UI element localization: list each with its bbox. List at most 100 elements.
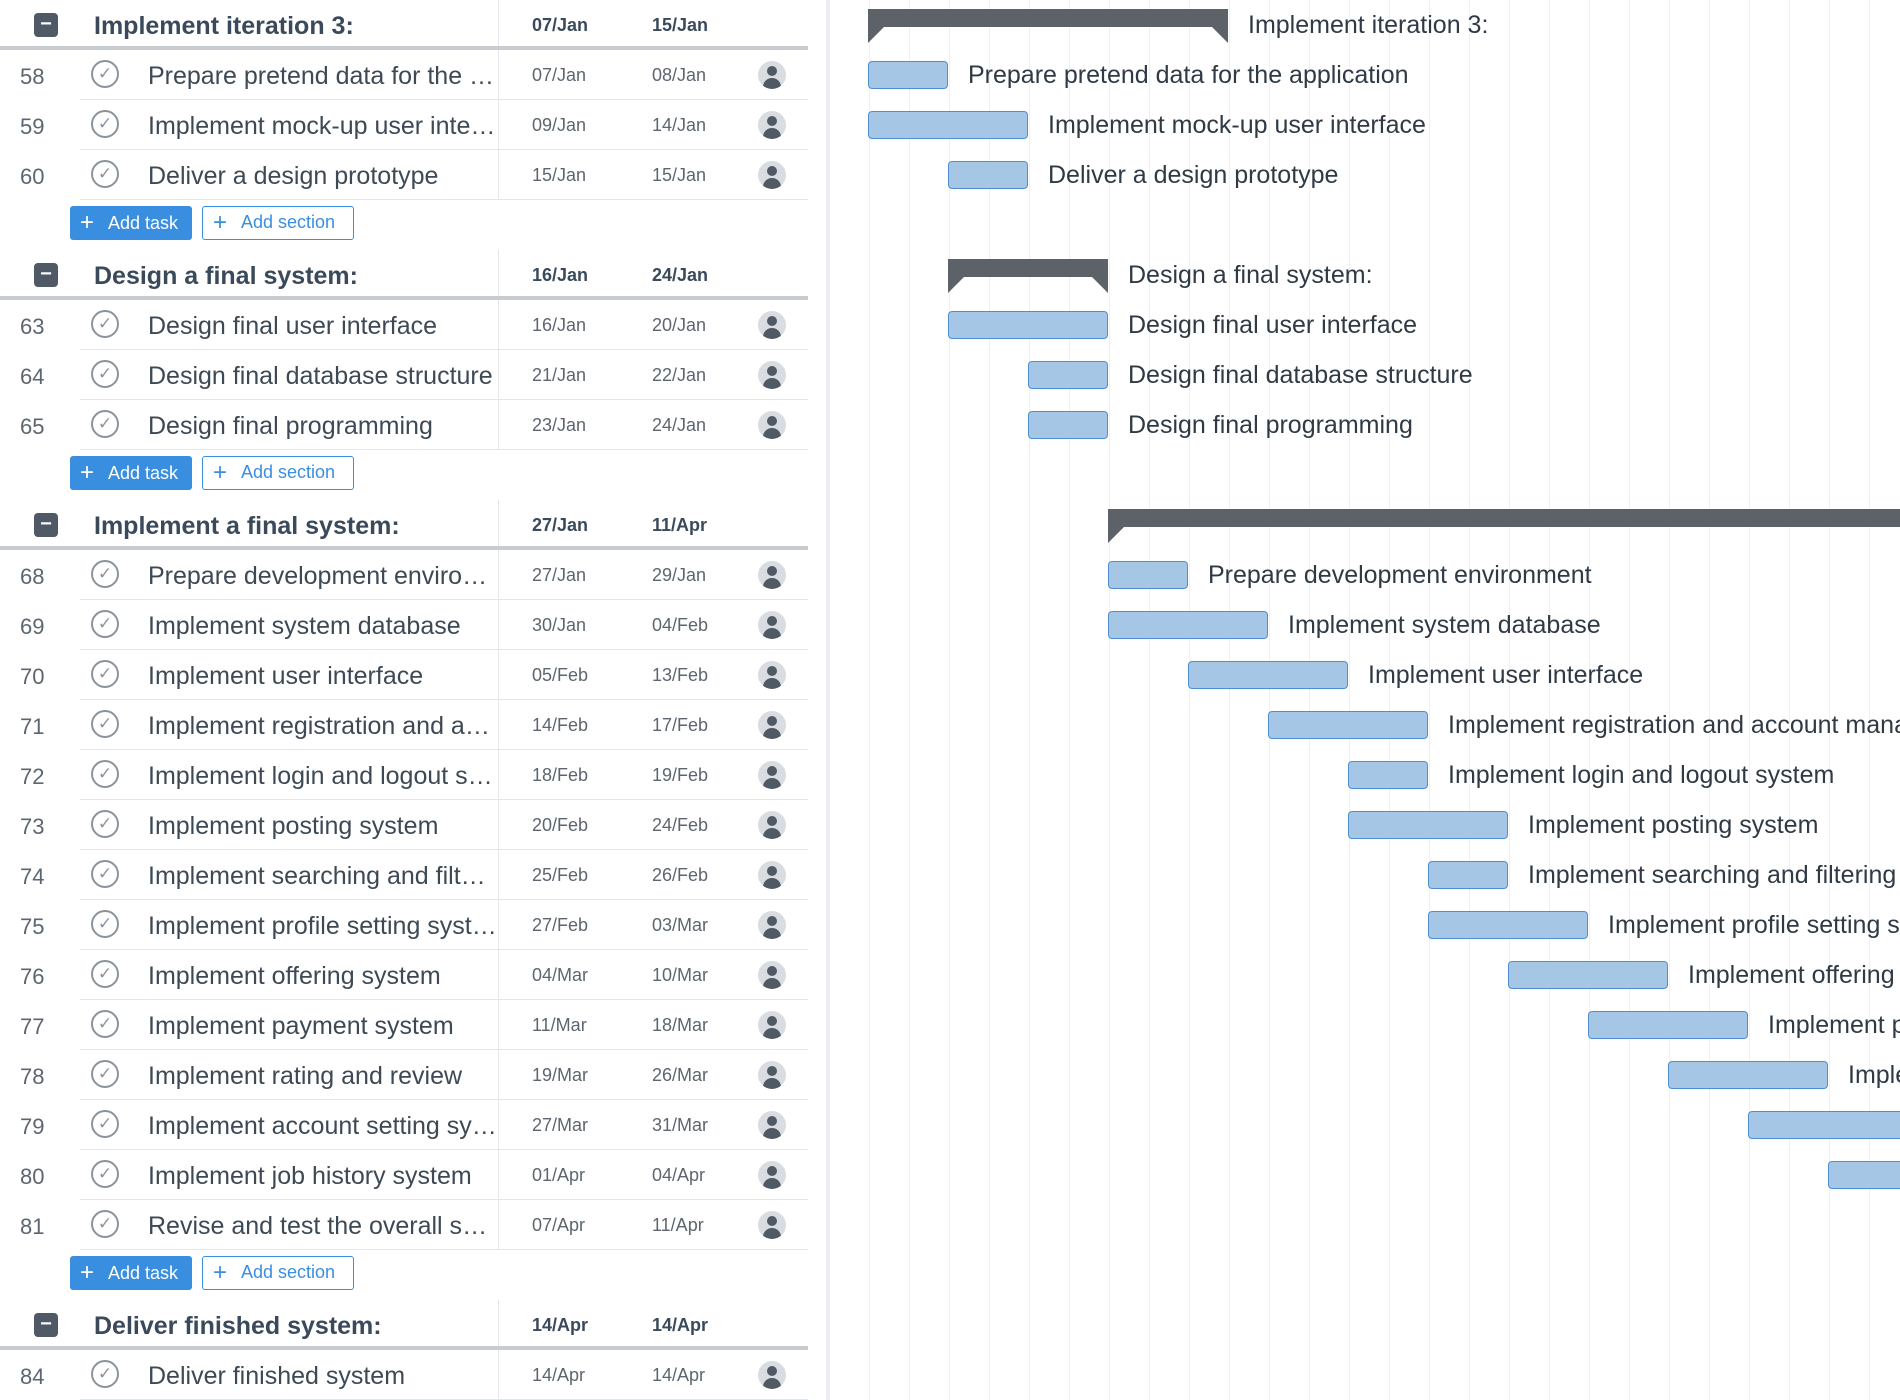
task-name[interactable]: Prepare development environment bbox=[148, 562, 498, 591]
user-avatar-icon[interactable] bbox=[758, 1111, 786, 1139]
task-row[interactable]: 68 ✓ Prepare development environment 27/Jan… bbox=[0, 550, 826, 600]
task-start-date[interactable]: 04/Mar bbox=[532, 965, 588, 986]
task-row[interactable]: 59 ✓ Implement mock-up user interface 09/Ja… bbox=[0, 100, 826, 150]
task-name[interactable]: Implement offering system bbox=[148, 962, 498, 991]
section-title[interactable]: Implement iteration 3: bbox=[94, 12, 354, 41]
task-bar[interactable] bbox=[1828, 1161, 1900, 1189]
task-name[interactable]: Implement job history system bbox=[148, 1162, 498, 1191]
task-start-date[interactable]: 21/Jan bbox=[532, 365, 586, 386]
task-end-date[interactable]: 04/Feb bbox=[652, 615, 708, 636]
task-bar[interactable] bbox=[1348, 761, 1428, 789]
task-bar[interactable] bbox=[1588, 1011, 1748, 1039]
check-circle-icon[interactable]: ✓ bbox=[91, 860, 119, 888]
task-end-date[interactable]: 29/Jan bbox=[652, 565, 706, 586]
check-circle-icon[interactable]: ✓ bbox=[91, 560, 119, 588]
user-avatar-icon[interactable] bbox=[758, 1211, 786, 1239]
task-row[interactable]: 73 ✓ Implement posting system 20/Feb 24/Feb bbox=[0, 800, 826, 850]
task-row[interactable]: 64 ✓ Design final database structure 21/Jan… bbox=[0, 350, 826, 400]
task-start-date[interactable]: 19/Mar bbox=[532, 1065, 588, 1086]
collapse-section-button[interactable]: − bbox=[34, 263, 58, 287]
task-name[interactable]: Implement registration and account manag… bbox=[148, 712, 498, 741]
task-end-date[interactable]: 15/Jan bbox=[652, 165, 706, 186]
task-row[interactable]: 77 ✓ Implement payment system 11/Mar 18/Mar bbox=[0, 1000, 826, 1050]
add-task-button[interactable]: + Add task bbox=[70, 206, 192, 240]
user-avatar-icon[interactable] bbox=[758, 761, 786, 789]
task-end-date[interactable]: 24/Jan bbox=[652, 415, 706, 436]
task-start-date[interactable]: 15/Jan bbox=[532, 165, 586, 186]
task-end-date[interactable]: 17/Feb bbox=[652, 715, 708, 736]
check-circle-icon[interactable]: ✓ bbox=[91, 60, 119, 88]
user-avatar-icon[interactable] bbox=[758, 1061, 786, 1089]
task-end-date[interactable]: 14/Apr bbox=[652, 1365, 705, 1386]
user-avatar-icon[interactable] bbox=[758, 911, 786, 939]
task-name[interactable]: Implement posting system bbox=[148, 812, 498, 841]
check-circle-icon[interactable]: ✓ bbox=[91, 160, 119, 188]
task-row[interactable]: 74 ✓ Implement searching and filtering sys… bbox=[0, 850, 826, 900]
task-start-date[interactable]: 27/Jan bbox=[532, 565, 586, 586]
user-avatar-icon[interactable] bbox=[758, 361, 786, 389]
user-avatar-icon[interactable] bbox=[758, 61, 786, 89]
check-circle-icon[interactable]: ✓ bbox=[91, 960, 119, 988]
task-name[interactable]: Implement user interface bbox=[148, 662, 498, 691]
add-task-button[interactable]: + Add task bbox=[70, 1256, 192, 1290]
task-name[interactable]: Deliver finished system bbox=[148, 1362, 498, 1391]
task-end-date[interactable]: 22/Jan bbox=[652, 365, 706, 386]
add-section-button[interactable]: + Add section bbox=[202, 1256, 354, 1290]
task-row[interactable]: 78 ✓ Implement rating and review 19/Mar 26/M… bbox=[0, 1050, 826, 1100]
task-end-date[interactable]: 31/Mar bbox=[652, 1115, 708, 1136]
task-start-date[interactable]: 27/Feb bbox=[532, 915, 588, 936]
task-start-date[interactable]: 14/Apr bbox=[532, 1365, 585, 1386]
task-end-date[interactable]: 10/Mar bbox=[652, 965, 708, 986]
task-end-date[interactable]: 18/Mar bbox=[652, 1015, 708, 1036]
task-name[interactable]: Implement account setting system bbox=[148, 1112, 498, 1141]
task-end-date[interactable]: 13/Feb bbox=[652, 665, 708, 686]
section-title[interactable]: Deliver finished system: bbox=[94, 1312, 382, 1341]
task-bar[interactable] bbox=[1508, 961, 1668, 989]
check-circle-icon[interactable]: ✓ bbox=[91, 660, 119, 688]
collapse-section-button[interactable]: − bbox=[34, 513, 58, 537]
task-start-date[interactable]: 05/Feb bbox=[532, 665, 588, 686]
collapse-section-button[interactable]: − bbox=[34, 1313, 58, 1337]
summary-bar[interactable] bbox=[868, 9, 1228, 43]
task-bar[interactable] bbox=[1188, 661, 1348, 689]
task-name[interactable]: Implement searching and filtering system bbox=[148, 862, 498, 891]
user-avatar-icon[interactable] bbox=[758, 961, 786, 989]
user-avatar-icon[interactable] bbox=[758, 861, 786, 889]
user-avatar-icon[interactable] bbox=[758, 561, 786, 589]
add-section-button[interactable]: + Add section bbox=[202, 456, 354, 490]
task-row[interactable]: 79 ✓ Implement account setting system 27/Ma… bbox=[0, 1100, 826, 1150]
task-bar[interactable] bbox=[1268, 711, 1428, 739]
task-start-date[interactable]: 27/Mar bbox=[532, 1115, 588, 1136]
task-start-date[interactable]: 14/Feb bbox=[532, 715, 588, 736]
task-name[interactable]: Implement profile setting system bbox=[148, 912, 498, 941]
collapse-section-button[interactable]: − bbox=[34, 13, 58, 37]
user-avatar-icon[interactable] bbox=[758, 161, 786, 189]
task-end-date[interactable]: 14/Jan bbox=[652, 115, 706, 136]
task-start-date[interactable]: 20/Feb bbox=[532, 815, 588, 836]
task-start-date[interactable]: 18/Feb bbox=[532, 765, 588, 786]
check-circle-icon[interactable]: ✓ bbox=[91, 810, 119, 838]
check-circle-icon[interactable]: ✓ bbox=[91, 410, 119, 438]
task-name[interactable]: Implement mock-up user interface bbox=[148, 112, 498, 141]
summary-bar[interactable] bbox=[948, 259, 1108, 293]
task-name[interactable]: Prepare pretend data for the application bbox=[148, 62, 498, 91]
check-circle-icon[interactable]: ✓ bbox=[91, 760, 119, 788]
task-start-date[interactable]: 07/Apr bbox=[532, 1215, 585, 1236]
user-avatar-icon[interactable] bbox=[758, 411, 786, 439]
task-row[interactable]: 84 ✓ Deliver finished system 14/Apr 14/Apr bbox=[0, 1350, 826, 1400]
check-circle-icon[interactable]: ✓ bbox=[91, 1160, 119, 1188]
task-start-date[interactable]: 23/Jan bbox=[532, 415, 586, 436]
task-row[interactable]: 72 ✓ Implement login and logout system 18/F… bbox=[0, 750, 826, 800]
user-avatar-icon[interactable] bbox=[758, 611, 786, 639]
task-row[interactable]: 75 ✓ Implement profile setting system 27/Fe… bbox=[0, 900, 826, 950]
task-name[interactable]: Implement login and logout system bbox=[148, 762, 498, 791]
task-end-date[interactable]: 20/Jan bbox=[652, 315, 706, 336]
task-row[interactable]: 80 ✓ Implement job history system 01/Apr 04/… bbox=[0, 1150, 826, 1200]
task-row[interactable]: 60 ✓ Deliver a design prototype 15/Jan 15/Ja… bbox=[0, 150, 826, 200]
task-bar[interactable] bbox=[1028, 361, 1108, 389]
task-bar[interactable] bbox=[948, 311, 1108, 339]
add-task-button[interactable]: + Add task bbox=[70, 456, 192, 490]
user-avatar-icon[interactable] bbox=[758, 1011, 786, 1039]
summary-bar[interactable] bbox=[1108, 509, 1900, 543]
task-start-date[interactable]: 07/Jan bbox=[532, 65, 586, 86]
